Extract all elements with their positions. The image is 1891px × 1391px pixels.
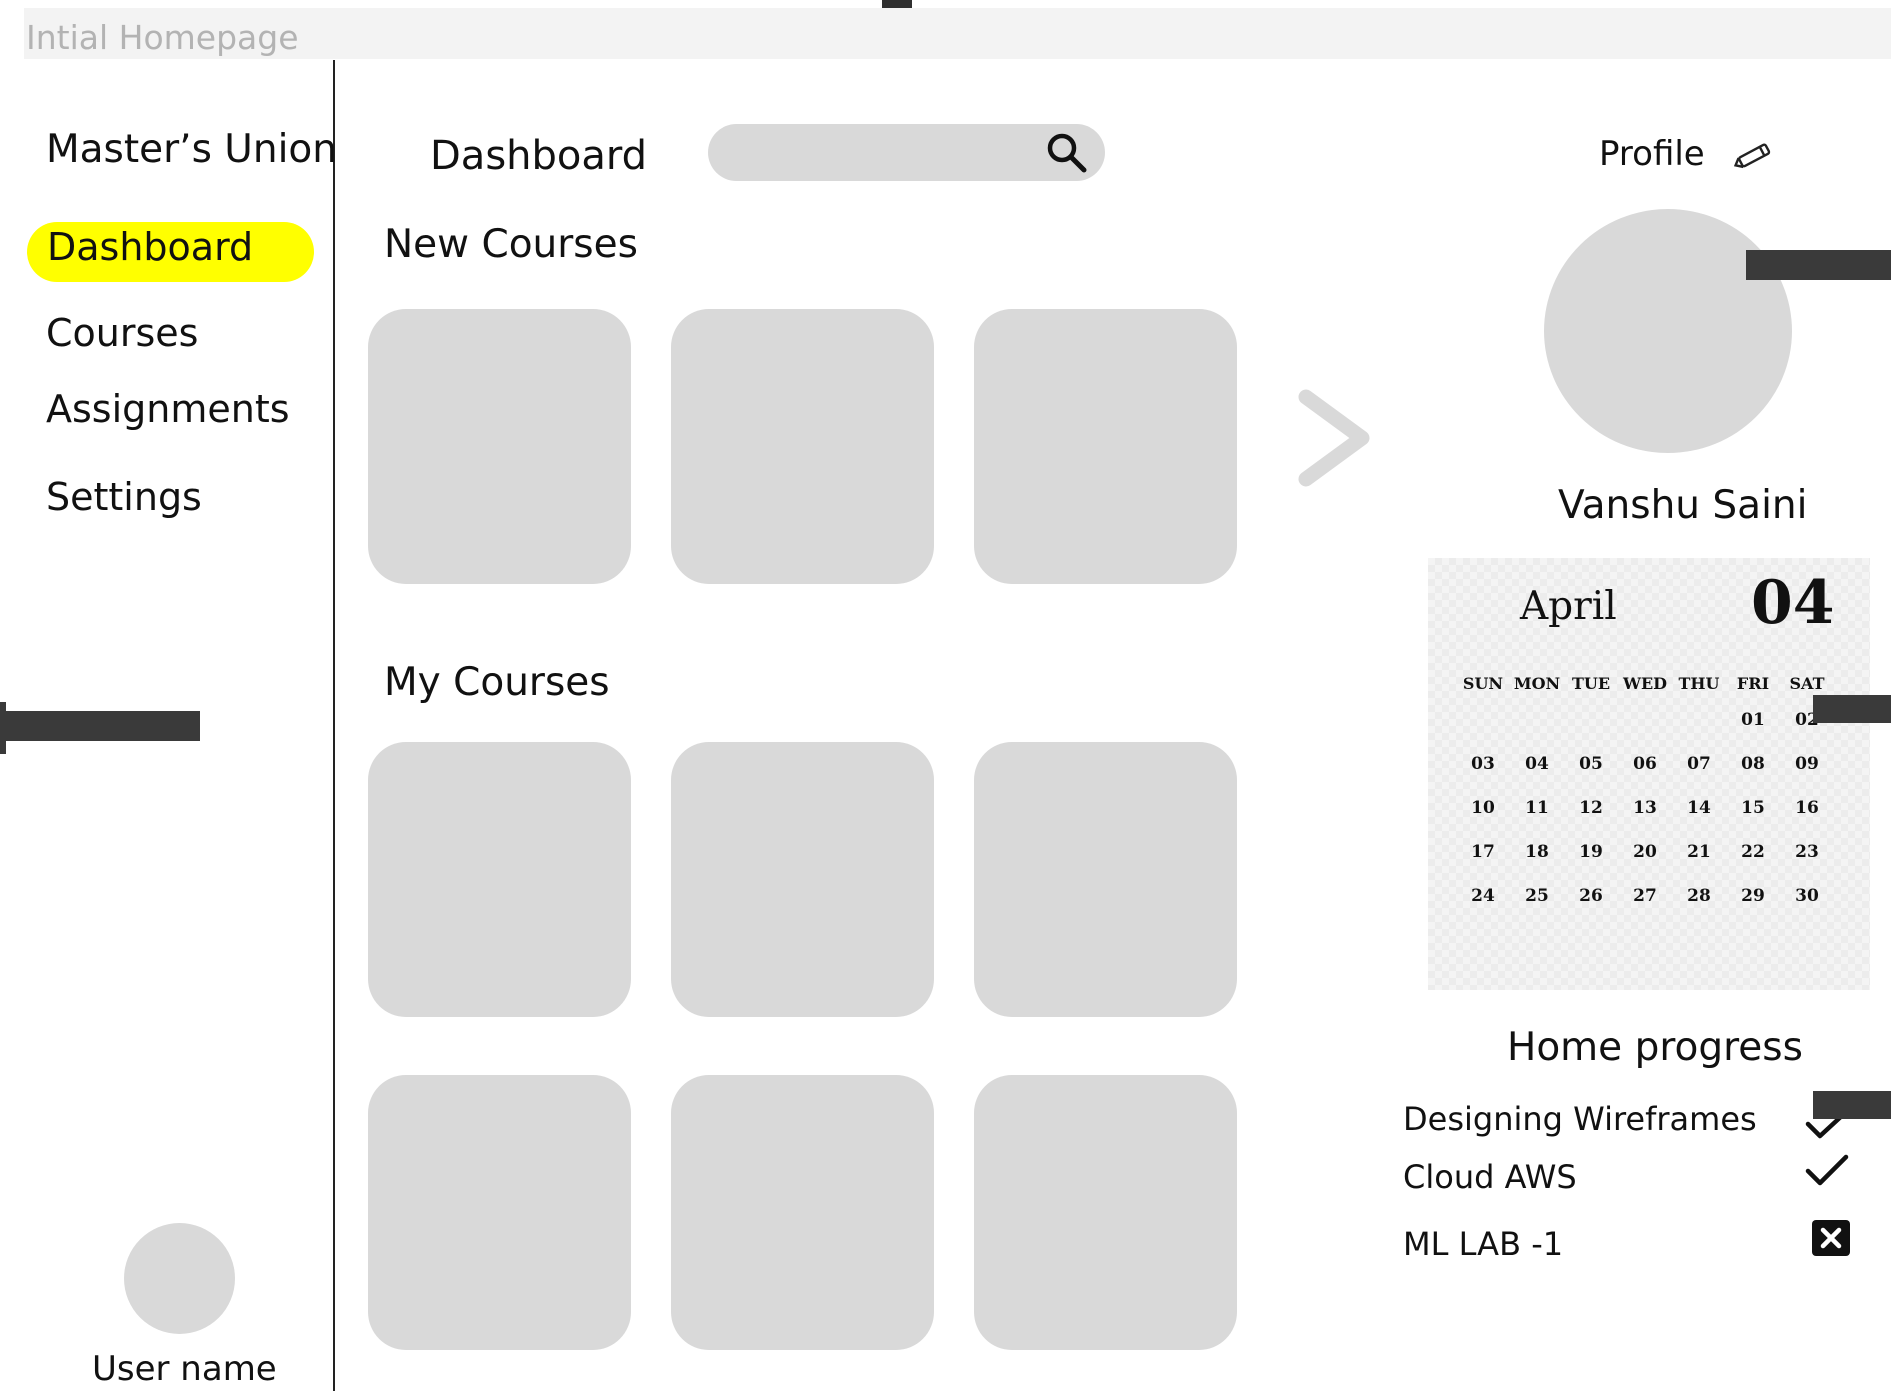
calendar-date[interactable]: 07 [1672, 754, 1726, 774]
sidebar-divider [333, 60, 335, 1391]
progress-item-label: Designing Wireframes [1403, 1100, 1757, 1138]
calendar-date[interactable]: 16 [1780, 798, 1834, 818]
calendar-weekday: WED [1622, 674, 1668, 693]
annotation-marker [1813, 1091, 1891, 1119]
progress-item-label: ML LAB -1 [1403, 1225, 1564, 1263]
window-title: Intial Homepage [24, 8, 1891, 59]
course-card[interactable] [671, 1075, 934, 1350]
calendar-date[interactable]: 12 [1564, 798, 1618, 818]
calendar-date[interactable]: 29 [1726, 886, 1780, 906]
calendar-weekday: THU [1678, 674, 1720, 693]
profile-name: Vanshu Saini [1558, 483, 1808, 528]
sidebar-item-dashboard[interactable]: Dashboard [27, 222, 314, 282]
progress-title: Home progress [1507, 1025, 1803, 1070]
calendar-date[interactable]: 01 [1726, 710, 1780, 730]
progress-item-label: Cloud AWS [1403, 1158, 1577, 1196]
calendar-weekday: TUE [1571, 674, 1611, 693]
calendar-date[interactable]: 26 [1564, 886, 1618, 906]
calendar-date[interactable]: 19 [1564, 842, 1618, 862]
profile-label[interactable]: Profile [1599, 137, 1705, 171]
calendar-weekday: SUN [1462, 674, 1504, 693]
calendar-month: April [1520, 584, 1617, 629]
calendar-date[interactable]: 15 [1726, 798, 1780, 818]
sidebar-item-settings[interactable]: Settings [46, 478, 202, 516]
calendar-weekday: MON [1513, 674, 1561, 693]
check-icon [1805, 1154, 1849, 1186]
sidebar-item-assignments[interactable]: Assignments [46, 390, 290, 428]
search-icon[interactable] [1044, 130, 1090, 176]
top-marker [882, 0, 912, 8]
calendar-weekday: SAT [1789, 674, 1825, 693]
calendar-date[interactable]: 24 [1456, 886, 1510, 906]
course-card[interactable] [974, 742, 1237, 1017]
calendar-date[interactable]: 03 [1456, 754, 1510, 774]
course-card[interactable] [368, 309, 631, 584]
course-card[interactable] [671, 309, 934, 584]
calendar-date[interactable]: 08 [1726, 754, 1780, 774]
calendar-widget: April 04 SUN MON TUE WED THU FRI SAT 01 … [1428, 558, 1870, 990]
calendar-date[interactable]: 10 [1456, 798, 1510, 818]
course-card[interactable] [974, 309, 1237, 584]
calendar-date[interactable]: 23 [1780, 842, 1834, 862]
edit-pencil-icon[interactable] [1733, 140, 1777, 170]
course-card[interactable] [368, 742, 631, 1017]
annotation-marker [1813, 695, 1891, 723]
calendar-date[interactable]: 25 [1510, 886, 1564, 906]
annotation-marker [0, 711, 200, 741]
calendar-weekday: FRI [1736, 674, 1770, 693]
calendar-date[interactable]: 30 [1780, 886, 1834, 906]
calendar-date[interactable]: 20 [1618, 842, 1672, 862]
calendar-day: 04 [1751, 568, 1835, 638]
course-card[interactable] [974, 1075, 1237, 1350]
annotation-marker [0, 702, 6, 754]
search-input[interactable] [708, 124, 1105, 181]
calendar-date[interactable]: 14 [1672, 798, 1726, 818]
course-card[interactable] [671, 742, 934, 1017]
calendar-date[interactable]: 04 [1510, 754, 1564, 774]
calendar-date[interactable]: 28 [1672, 886, 1726, 906]
section-title-new-courses: New Courses [384, 222, 638, 267]
page-title: Dashboard [430, 133, 648, 179]
sidebar-item-label: Dashboard [47, 225, 254, 269]
calendar-date[interactable]: 06 [1618, 754, 1672, 774]
calendar-date[interactable]: 27 [1618, 886, 1672, 906]
section-title-my-courses: My Courses [384, 660, 610, 705]
brand-name: Master’s Union [46, 127, 337, 172]
calendar-date[interactable]: 21 [1672, 842, 1726, 862]
profile-avatar[interactable] [1544, 209, 1792, 453]
calendar-date[interactable]: 11 [1510, 798, 1564, 818]
chevron-right-icon[interactable] [1292, 383, 1376, 493]
calendar-date[interactable]: 09 [1780, 754, 1834, 774]
calendar-date[interactable]: 05 [1564, 754, 1618, 774]
calendar-date[interactable]: 13 [1618, 798, 1672, 818]
calendar-date[interactable]: 22 [1726, 842, 1780, 862]
sidebar-item-courses[interactable]: Courses [46, 314, 198, 352]
annotation-marker [1746, 250, 1891, 280]
user-name: User name [92, 1349, 277, 1389]
calendar-date[interactable]: 18 [1510, 842, 1564, 862]
course-card[interactable] [368, 1075, 631, 1350]
close-box-icon [1812, 1220, 1850, 1256]
user-avatar[interactable] [124, 1223, 235, 1334]
calendar-date[interactable]: 17 [1456, 842, 1510, 862]
